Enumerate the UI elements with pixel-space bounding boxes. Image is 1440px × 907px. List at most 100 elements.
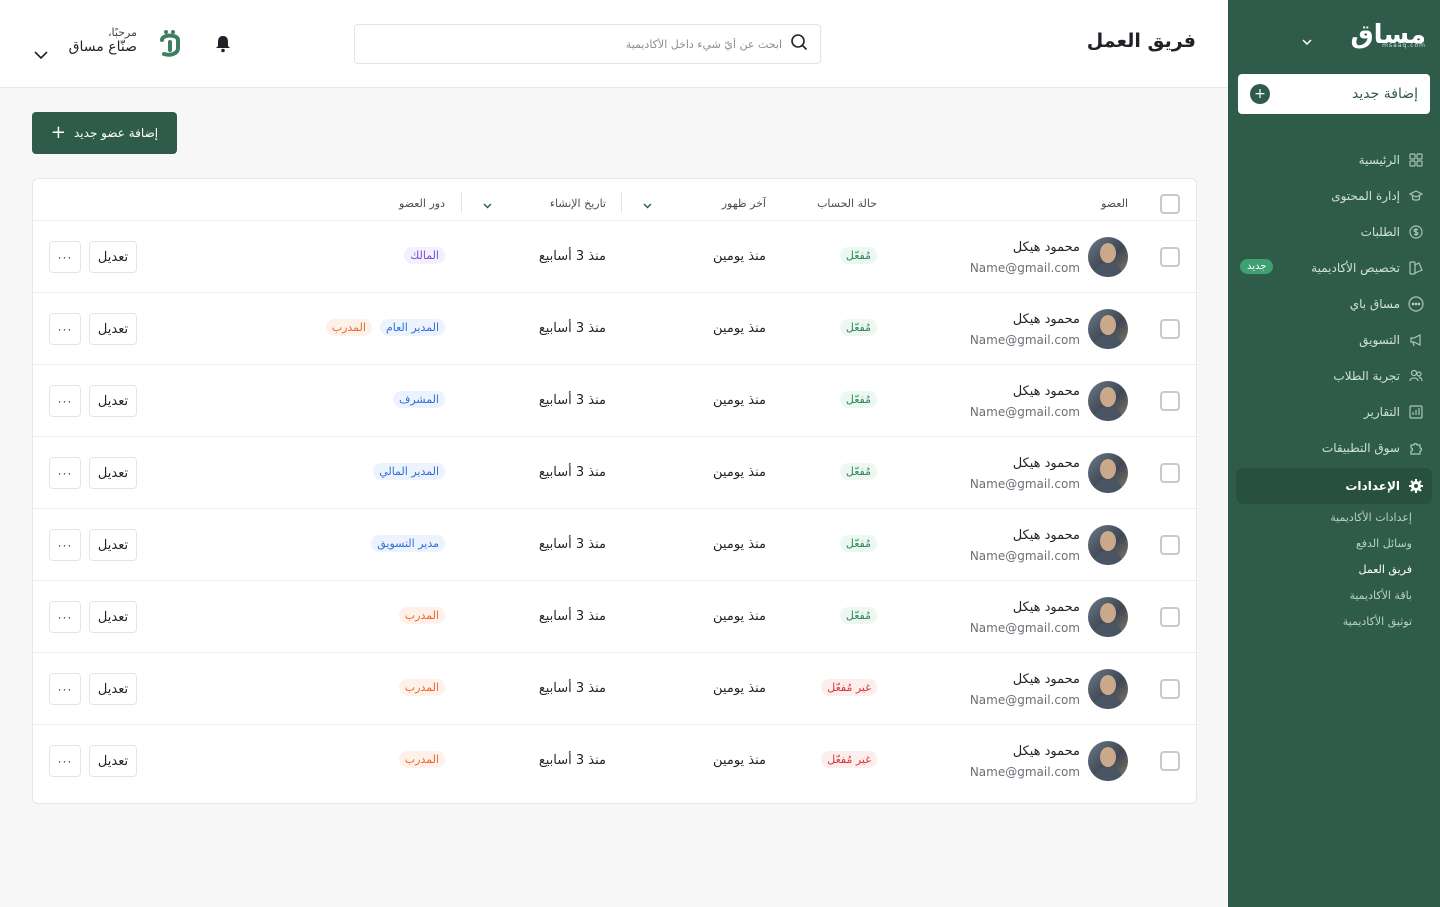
member-email: Name@gmail.com [969,261,1080,275]
sidebar-item-home[interactable]: الرئيسية [1228,142,1440,178]
more-options-button[interactable]: ··· [49,529,81,561]
new-badge: جديد [1240,259,1274,274]
sidebar-item-label: التسويق [1359,333,1400,347]
edit-button[interactable]: تعديل [89,385,137,417]
sidebar-item-students[interactable]: تجربة الطلاب [1228,358,1440,394]
more-options-button[interactable]: ··· [49,313,81,345]
table-row: محمود هيكل Name@gmail.com مُفعّل منذ يوم… [33,581,1196,653]
user-menu[interactable]: مرحبًا، صنّاع مساق [62,26,137,55]
member-email: Name@gmail.com [969,549,1080,563]
graduation-cap-icon [1408,188,1424,204]
chevron-down-icon[interactable] [1302,30,1312,49]
row-checkbox[interactable] [1160,751,1180,771]
role-badge: المالك [404,247,445,264]
add-member-button[interactable]: إضافة عضو جديد + [32,112,177,154]
chart-icon [1408,404,1424,420]
avatar [1088,381,1128,421]
chevron-down-icon[interactable] [483,199,492,212]
roles-cell: المشرف [392,391,445,408]
edit-button[interactable]: تعديل [89,673,137,705]
role-badge: المدرب [398,751,445,768]
sidebar-item-label: التقارير [1363,405,1400,419]
member-name: محمود هيكل [1012,744,1080,759]
last-seen-cell: منذ يومين [713,321,766,336]
puzzle-icon [1408,440,1424,456]
chevron-down-icon[interactable] [34,44,48,63]
row-checkbox[interactable] [1160,535,1180,555]
table-row: محمود هيكل Name@gmail.com مُفعّل منذ يوم… [33,221,1196,293]
member-name: محمود هيكل [1012,456,1080,471]
more-options-button[interactable]: ··· [49,673,81,705]
created-cell: منذ 3 أسابيع [538,609,606,624]
status-badge: غير مُفعّل [821,751,877,768]
member-name: محمود هيكل [1012,672,1080,687]
table-row: محمود هيكل Name@gmail.com مُفعّل منذ يوم… [33,365,1196,437]
edit-button[interactable]: تعديل [89,745,137,777]
avatar [1088,453,1128,493]
select-all-checkbox[interactable] [1160,194,1180,214]
status-badge: مُفعّل [839,319,877,336]
submenu-payment-methods[interactable]: وسائل الدفع [1228,530,1412,556]
more-options-button[interactable]: ··· [49,241,81,273]
avatar [1088,741,1128,781]
roles-cell: المدرب [398,751,445,768]
edit-button[interactable]: تعديل [89,529,137,561]
sidebar-item-reports[interactable]: التقارير [1228,394,1440,430]
roles-cell: المدير المالي [373,463,445,480]
roles-cell: المدرب [398,679,445,696]
roles-cell: المدير العام المدرب [325,319,445,336]
row-checkbox[interactable] [1160,463,1180,483]
sidebar-item-settings[interactable]: الإعدادات [1236,468,1432,504]
more-options-button[interactable]: ··· [49,601,81,633]
sidebar-item-pay[interactable]: مساق باي [1228,286,1440,322]
member-name: محمود هيكل [1012,528,1080,543]
submenu-academy-verification[interactable]: توثيق الأكاديمية [1228,608,1412,634]
greeting-text: مرحبًا، [108,26,137,39]
sidebar-item-label: الطلبات [1360,225,1400,239]
sidebar-item-marketing[interactable]: التسويق [1228,322,1440,358]
role-badge: المدير المالي [373,463,445,480]
sidebar-item-label: تخصيص الأكاديمية [1311,261,1400,275]
column-created: تاريخ الإنشاء [549,197,606,210]
column-last-seen: آخر ظهور [721,197,766,210]
more-options-button[interactable]: ··· [49,385,81,417]
search-box[interactable] [354,24,821,64]
edit-button[interactable]: تعديل [89,313,137,345]
created-cell: منذ 3 أسابيع [538,465,606,480]
row-checkbox[interactable] [1160,679,1180,699]
chevron-down-icon[interactable] [643,199,652,212]
gear-icon [1408,478,1424,494]
edit-button[interactable]: تعديل [89,601,137,633]
row-checkbox[interactable] [1160,607,1180,627]
more-options-button[interactable]: ··· [49,745,81,777]
top-header: فريق العمل مرحبًا، صنّاع مساق [0,0,1228,88]
sidebar-item-label: سوق التطبيقات [1321,441,1400,455]
add-new-button[interactable]: إضافة جديد + [1238,74,1430,114]
sidebar-item-content[interactable]: إدارة المحتوى [1228,178,1440,214]
submenu-team[interactable]: فريق العمل [1228,556,1412,582]
sidebar-item-label: مساق باي [1349,297,1400,311]
submenu-academy-plan[interactable]: باقة الأكاديمية [1228,582,1412,608]
sidebar-item-customize[interactable]: تخصيص الأكاديمية جديد [1228,250,1440,286]
bell-icon[interactable] [214,34,232,58]
member-name: محمود هيكل [1012,384,1080,399]
created-cell: منذ 3 أسابيع [538,249,606,264]
role-badge: مدير التسويق [371,535,445,552]
pay-icon [1408,296,1424,312]
sidebar-item-apps[interactable]: سوق التطبيقات [1228,430,1440,466]
row-checkbox[interactable] [1160,319,1180,339]
column-divider [621,193,622,213]
sidebar-item-orders[interactable]: الطلبات [1228,214,1440,250]
table-row: محمود هيكل Name@gmail.com مُفعّل منذ يوم… [33,509,1196,581]
last-seen-cell: منذ يومين [713,465,766,480]
status-badge: غير مُفعّل [821,679,877,696]
created-cell: منذ 3 أسابيع [538,753,606,768]
edit-button[interactable]: تعديل [89,457,137,489]
edit-button[interactable]: تعديل [89,241,137,273]
row-checkbox[interactable] [1160,247,1180,267]
more-options-button[interactable]: ··· [49,457,81,489]
submenu-academy-settings[interactable]: إعدادات الأكاديمية [1228,504,1412,530]
last-seen-cell: منذ يومين [713,393,766,408]
search-input[interactable] [355,37,782,51]
row-checkbox[interactable] [1160,391,1180,411]
